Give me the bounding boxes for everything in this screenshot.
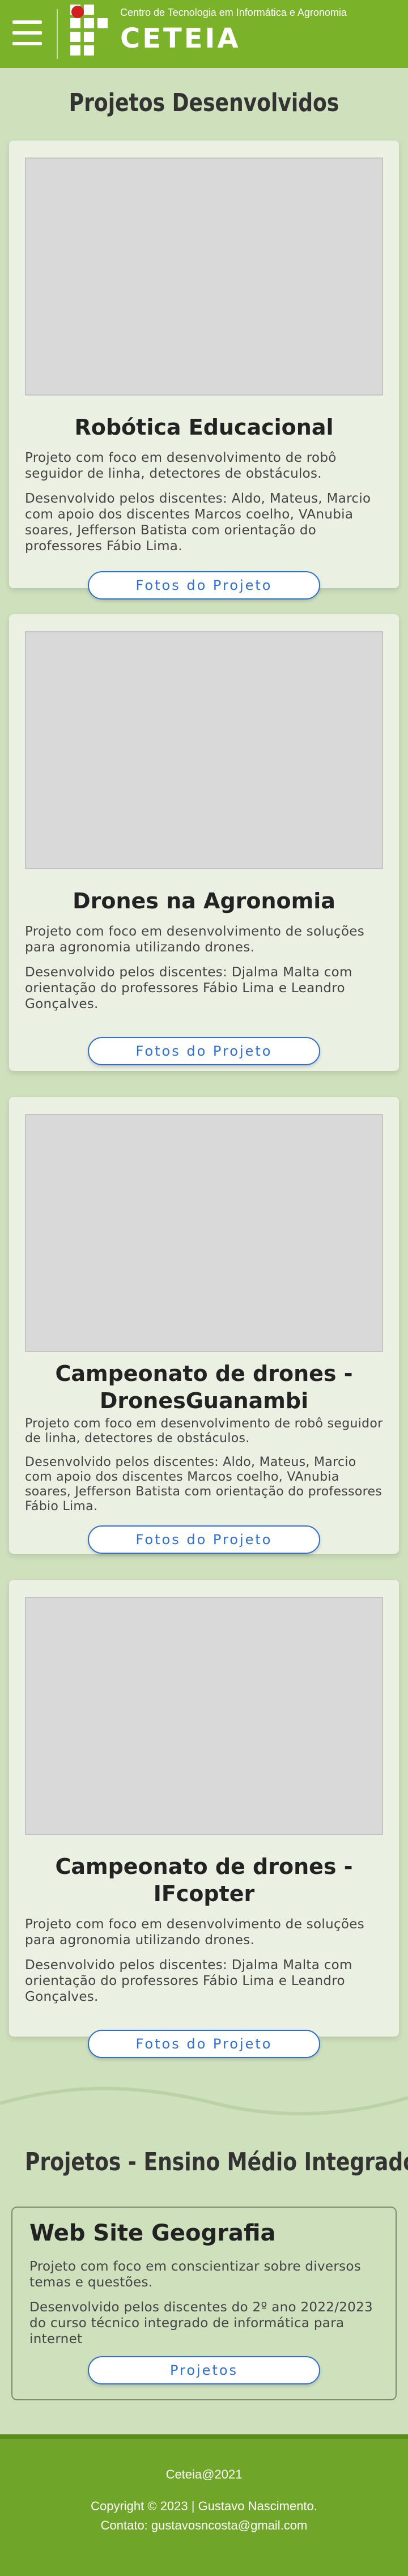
project-photos-button[interactable]: Fotos do Projeto (88, 571, 320, 600)
project-title: Robótica Educacional (74, 415, 334, 440)
project-description: Projeto com foco em desenvolvimento de r… (25, 1417, 383, 1446)
brand-tagline: Centro de Tecnologia em Informática e Ag… (120, 7, 347, 18)
project-card: Robótica Educacional Projeto com foco em… (9, 141, 399, 600)
project-image (25, 1114, 383, 1352)
project-title: Campeonato de drones - DronesGuanambi (55, 1361, 353, 1413)
project-cards: Robótica Educacional Projeto com foco em… (0, 141, 408, 2058)
project-photos-button[interactable]: Fotos do Projeto (88, 1525, 320, 1554)
project-description: Projeto com foco em conscientizar sobre … (29, 2259, 362, 2290)
project-authors: Desenvolvido pelos discentes do 2º ano 2… (29, 2300, 373, 2347)
project-title: Web Site Geografia (29, 2220, 276, 2246)
project-description: Projeto com foco em desenvolvimento de s… (25, 924, 365, 955)
section-title: Projetos - Ensino Médio Integrado (0, 2127, 408, 2190)
footer-contact[interactable]: Contato: gustavosncosta@gmail.com (0, 2518, 408, 2533)
projects-section: Projetos Desenvolvidos Robótica Educacio… (0, 85, 408, 2058)
footer-site: Ceteia@2021 (165, 2467, 243, 2481)
header-divider (57, 9, 58, 59)
project-authors: Desenvolvido pelos discentes: Aldo, Mate… (25, 491, 371, 554)
section-title-text: Projetos - Ensino Médio Integrado (25, 2148, 408, 2177)
institute-logo[interactable] (70, 5, 110, 56)
footer-copyright: Copyright © 2023 | Gustavo Nascimento. (91, 2499, 317, 2513)
project-image (25, 1597, 383, 1835)
projects-button[interactable]: Projetos (88, 2356, 320, 2384)
project-photos-button[interactable]: Fotos do Projeto (88, 2030, 320, 2058)
project-title: Drones na Agronomia (73, 889, 335, 913)
site-header: Centro de Tecnologia em Informática e Ag… (0, 0, 408, 68)
project-authors: Desenvolvido pelos discentes: Aldo, Mate… (25, 1455, 382, 1514)
project-description: Projeto com foco em desenvolvimento de s… (25, 1917, 365, 1948)
brand-name[interactable]: CETEIA (120, 23, 241, 54)
wave-shape (0, 2084, 408, 2127)
hamburger-icon[interactable] (12, 20, 42, 45)
site-footer: Ceteia@2021 Copyright © 2023 | Gustavo N… (0, 2434, 408, 2576)
project-card: Campeonato de drones - IFcopter Projeto … (9, 1580, 399, 2058)
project-photos-button[interactable]: Fotos do Projeto (88, 1037, 320, 1065)
wave-divider (0, 2076, 408, 2127)
project-card: Drones na Agronomia Projeto com foco em … (9, 614, 399, 1071)
integrated-projects-section: Projetos - Ensino Médio Integrado Web Si… (0, 2127, 408, 2434)
project-image (25, 631, 383, 869)
project-authors: Desenvolvido pelos discentes: Djalma Mal… (25, 1958, 352, 2004)
project-card: Web Site Geografia Projeto com foco em c… (11, 2207, 397, 2400)
project-image (25, 158, 383, 396)
project-title: Campeonato de drones - IFcopter (55, 1854, 353, 1906)
project-authors: Desenvolvido pelos discentes: Djalma Mal… (25, 965, 352, 1011)
project-card: Campeonato de drones - DronesGuanambi Pr… (9, 1097, 399, 1554)
section-title: Projetos Desenvolvidos (69, 88, 339, 117)
project-description: Projeto com foco em desenvolvimento de r… (25, 450, 337, 481)
